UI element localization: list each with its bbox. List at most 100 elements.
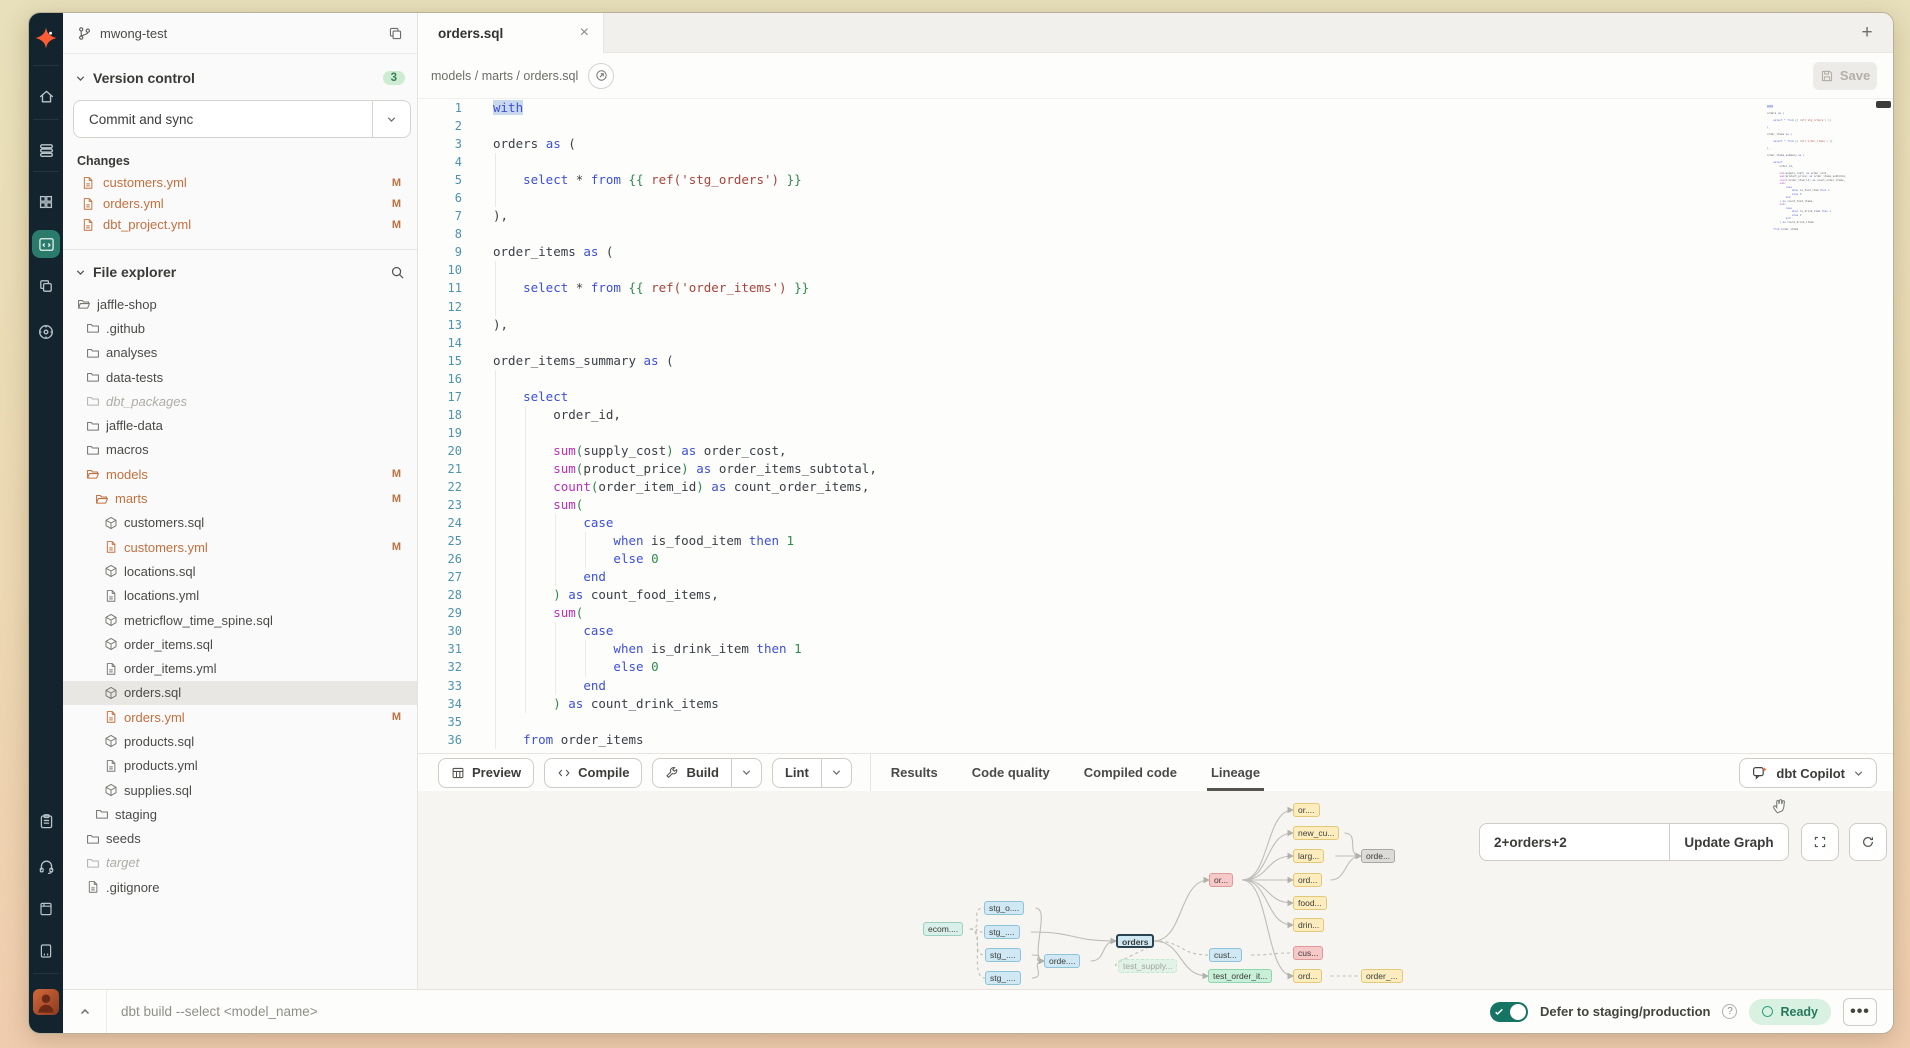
code-line-21[interactable]: 21 sum(product_price) as order_items_sub…	[418, 460, 1893, 478]
lineage-node-y_ord2[interactable]: ord...	[1293, 969, 1322, 983]
lint-button[interactable]: Lint	[772, 758, 852, 788]
lineage-node-tgreen[interactable]: test_order_it...	[1208, 969, 1272, 983]
refresh-icon[interactable]	[1849, 823, 1887, 861]
file-tree-item-orders-yml[interactable]: orders.ymlM	[63, 705, 417, 729]
file-tree-item--github[interactable]: .github	[63, 316, 417, 340]
dbt-logo-icon[interactable]	[29, 21, 63, 55]
tab-lineage[interactable]: Lineage	[1211, 754, 1260, 791]
lineage-node-orpink[interactable]: or...	[1209, 873, 1233, 887]
code-line-2[interactable]: 2	[418, 117, 1893, 135]
expand-command-icon[interactable]	[63, 990, 107, 1033]
preview-button[interactable]: Preview	[438, 758, 534, 788]
code-line-6[interactable]: 6	[418, 189, 1893, 207]
file-tree-item-order-items-yml[interactable]: order_items.yml	[63, 656, 417, 680]
code-line-26[interactable]: 26 else 0	[418, 550, 1893, 568]
tab-compiled-code[interactable]: Compiled code	[1084, 754, 1177, 791]
code-line-29[interactable]: 29 sum(	[418, 604, 1893, 622]
command-input[interactable]: dbt build --select <model_name>	[107, 1004, 1490, 1019]
code-line-1[interactable]: 1with	[418, 99, 1893, 117]
code-line-14[interactable]: 14	[418, 334, 1893, 352]
lineage-node-stg2[interactable]: stg_....	[984, 925, 1020, 939]
file-tree-item-products-sql[interactable]: products.sql	[63, 729, 417, 753]
lineage-panel[interactable]: ecom....stg_o....stg_....stg_....stg_...…	[418, 791, 1893, 989]
defer-toggle[interactable]	[1490, 1002, 1528, 1022]
scrollbar-thumb[interactable]	[1876, 101, 1891, 108]
orchestration-icon[interactable]	[29, 271, 63, 301]
lineage-node-y_drin[interactable]: drin...	[1293, 918, 1324, 932]
file-tree-item-jaffle-shop[interactable]: jaffle-shop	[63, 292, 417, 316]
search-icon[interactable]	[390, 265, 405, 280]
lineage-node-y_larg[interactable]: larg...	[1293, 849, 1324, 863]
lineage-node-stg1[interactable]: stg_o....	[984, 901, 1024, 915]
file-tree-item-products-yml[interactable]: products.yml	[63, 754, 417, 778]
file-tree-item-models[interactable]: modelsM	[63, 462, 417, 486]
lineage-node-ghost[interactable]: test_supply...	[1118, 959, 1177, 973]
code-line-31[interactable]: 31 when is_drink_item then 1	[418, 640, 1893, 658]
code-line-18[interactable]: 18 order_id,	[418, 406, 1893, 424]
lineage-selector-input[interactable]: 2+orders+2	[1479, 823, 1669, 861]
code-line-15[interactable]: 15order_items_summary as (	[418, 352, 1893, 370]
change-item[interactable]: dbt_project.yml M	[63, 214, 417, 235]
fullscreen-icon[interactable]	[1801, 823, 1839, 861]
file-tree-item-locations-sql[interactable]: locations.sql	[63, 559, 417, 583]
lineage-node-ecom[interactable]: ecom....	[923, 922, 963, 936]
docs-icon[interactable]	[29, 894, 63, 924]
code-line-12[interactable]: 12	[418, 298, 1893, 316]
file-tree-item-orders-sql[interactable]: orders.sql	[63, 681, 417, 705]
file-tree-item-analyses[interactable]: analyses	[63, 341, 417, 365]
code-line-34[interactable]: 34 ) as count_drink_items	[418, 695, 1893, 713]
lineage-node-y_ord[interactable]: ord...	[1293, 873, 1322, 887]
changelog-icon[interactable]	[29, 936, 63, 966]
code-line-36[interactable]: 36 from order_items	[418, 731, 1893, 749]
code-line-10[interactable]: 10	[418, 261, 1893, 279]
code-line-11[interactable]: 11 select * from {{ ref('order_items') }…	[418, 279, 1893, 297]
file-tree-item--gitignore[interactable]: .gitignore	[63, 875, 417, 899]
file-explorer-header[interactable]: File explorer	[63, 262, 417, 282]
branch-name[interactable]: mwong-test	[100, 26, 167, 41]
view-lineage-icon[interactable]	[588, 63, 614, 89]
file-tree-item-order-items-sql[interactable]: order_items.sql	[63, 632, 417, 656]
code-line-35[interactable]: 35	[418, 713, 1893, 731]
lineage-node-y_or[interactable]: or....	[1293, 803, 1320, 817]
code-editor[interactable]: 1with23orders as (45 select * from {{ re…	[418, 99, 1893, 753]
new-tab-button[interactable]: +	[1855, 21, 1879, 45]
lineage-node-cuspink[interactable]: cus...	[1293, 946, 1323, 960]
code-line-4[interactable]: 4	[418, 153, 1893, 171]
file-tree-item-macros[interactable]: macros	[63, 438, 417, 462]
lineage-node-ord1[interactable]: orde....	[1044, 954, 1080, 968]
code-line-32[interactable]: 32 else 0	[418, 658, 1893, 676]
update-graph-button[interactable]: Update Graph	[1669, 823, 1789, 861]
code-line-9[interactable]: 9order_items as (	[418, 243, 1893, 261]
code-line-19[interactable]: 19	[418, 424, 1893, 442]
lineage-node-cust[interactable]: cust...	[1209, 948, 1242, 962]
file-tree-item-staging[interactable]: staging	[63, 802, 417, 826]
more-options-button[interactable]: •••	[1843, 998, 1877, 1026]
lint-dropdown[interactable]	[821, 759, 851, 787]
lineage-node-stg4[interactable]: stg_....	[985, 971, 1021, 985]
close-tab-icon[interactable]: ×	[580, 25, 589, 41]
file-tree-item-customers-yml[interactable]: customers.ymlM	[63, 535, 417, 559]
user-avatar[interactable]	[33, 989, 59, 1015]
file-tree-item-data-tests[interactable]: data-tests	[63, 365, 417, 389]
code-line-16[interactable]: 16	[418, 370, 1893, 388]
lineage-node-y_food[interactable]: food...	[1293, 896, 1327, 910]
file-tree-item-locations-yml[interactable]: locations.yml	[63, 584, 417, 608]
file-tree-item-supplies-sql[interactable]: supplies.sql	[63, 778, 417, 802]
dbt-copilot-button[interactable]: dbt Copilot	[1739, 758, 1877, 788]
code-line-5[interactable]: 5 select * from {{ ref('stg_orders') }}	[418, 171, 1893, 189]
commit-dropdown[interactable]	[372, 101, 410, 137]
tab-orders-sql[interactable]: orders.sql ×	[418, 13, 604, 53]
code-line-24[interactable]: 24 case	[418, 514, 1893, 532]
save-button[interactable]: Save	[1813, 62, 1877, 90]
editor-minimap[interactable]: withorders as ( select * from {{ ref('st…	[1767, 105, 1879, 235]
code-line-3[interactable]: 3orders as (	[418, 135, 1893, 153]
lineage-node-y_order[interactable]: order_...	[1361, 969, 1403, 983]
code-line-7[interactable]: 7),	[418, 207, 1893, 225]
environments-icon[interactable]	[29, 135, 63, 165]
code-line-8[interactable]: 8	[418, 225, 1893, 243]
file-tree-item-target[interactable]: target	[63, 851, 417, 875]
code-line-20[interactable]: 20 sum(supply_cost) as order_cost,	[418, 442, 1893, 460]
file-tree-item-seeds[interactable]: seeds	[63, 827, 417, 851]
ready-status-badge[interactable]: Ready	[1749, 999, 1831, 1025]
code-line-25[interactable]: 25 when is_food_item then 1	[418, 532, 1893, 550]
